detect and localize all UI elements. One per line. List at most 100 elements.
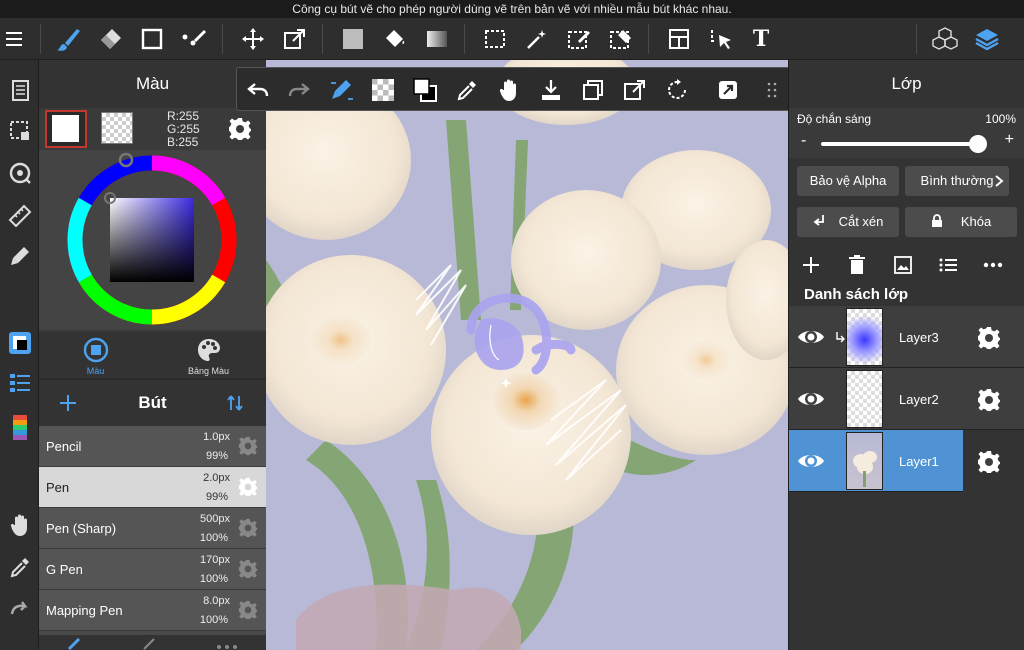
- redo-side-icon[interactable]: [4, 594, 35, 624]
- layer-row[interactable]: Layer3: [789, 306, 1024, 368]
- brush-name: G Pen: [46, 562, 83, 577]
- artwork: [266, 60, 788, 650]
- alpha-protect-button[interactable]: Bảo vệ Alpha: [797, 166, 899, 196]
- fg-bg-color-icon[interactable]: [410, 75, 440, 105]
- text-icon[interactable]: T: [746, 24, 776, 54]
- ruler-icon[interactable]: [4, 200, 35, 230]
- operation-icon[interactable]: [706, 24, 736, 54]
- layer-settings-gear-icon[interactable]: [977, 326, 1001, 350]
- eraser-icon[interactable]: [95, 24, 125, 54]
- list-item-brush[interactable]: Mapping Pen 8.0px 100%: [39, 590, 266, 631]
- redo-icon[interactable]: [284, 75, 314, 105]
- transparent-color-icon[interactable]: [368, 75, 398, 105]
- layers-icon[interactable]: [972, 24, 1002, 54]
- opacity-decrease-button[interactable]: -: [801, 132, 806, 150]
- blend-icon[interactable]: [179, 24, 209, 54]
- brush-size: 1.0px: [203, 431, 230, 443]
- eyedropper-icon[interactable]: [4, 552, 35, 582]
- transform-icon[interactable]: [280, 24, 310, 54]
- visibility-eye-icon[interactable]: [797, 448, 825, 474]
- list-item-brush[interactable]: Pencil 1.0px 99%: [39, 426, 266, 467]
- selection-tool-icon[interactable]: [4, 116, 35, 146]
- shape-icon[interactable]: [137, 24, 167, 54]
- tab-palette[interactable]: Bảng Màu: [152, 332, 265, 378]
- tab-color[interactable]: Màu: [39, 332, 152, 378]
- select-icon[interactable]: [480, 24, 510, 54]
- brush-settings-gear-icon[interactable]: [238, 436, 258, 456]
- lock-label: Khóa: [960, 214, 992, 229]
- brush-settings-gear-icon[interactable]: [238, 559, 258, 579]
- brush-settings-gear-icon[interactable]: [238, 518, 258, 538]
- add-layer-icon[interactable]: [799, 253, 823, 277]
- primary-color-swatch[interactable]: [45, 110, 87, 148]
- panel-layout-icon[interactable]: [664, 24, 694, 54]
- more-horizontal-icon[interactable]: [981, 253, 1005, 277]
- list-item-brush[interactable]: G Pen 170px 100%: [39, 549, 266, 590]
- layer-name: Layer1: [899, 454, 939, 469]
- select-pen-icon[interactable]: [564, 24, 594, 54]
- layer-settings-gear-icon[interactable]: [977, 388, 1001, 412]
- layer-row[interactable]: Layer2: [789, 368, 1024, 430]
- tab-color-label: Màu: [86, 366, 105, 376]
- palette-strip-icon[interactable]: [4, 413, 35, 443]
- color-wheel[interactable]: [39, 150, 266, 330]
- 3d-icon[interactable]: [930, 24, 960, 54]
- transform-quick-icon[interactable]: [620, 75, 650, 105]
- eyedropper-quick-icon[interactable]: [452, 75, 482, 105]
- lock-button[interactable]: Khóa: [905, 207, 1017, 237]
- fill-color-icon[interactable]: [338, 24, 368, 54]
- select-eraser-icon[interactable]: [606, 24, 636, 54]
- copy-icon[interactable]: [578, 75, 608, 105]
- bucket-icon[interactable]: [380, 24, 410, 54]
- brush-list: Pencil 1.0px 99% Pen 2.0px 99% Pen (Shar…: [39, 426, 266, 631]
- layer-list-icon[interactable]: [936, 253, 960, 277]
- opacity-slider[interactable]: [821, 142, 981, 146]
- opacity-increase-button[interactable]: +: [1005, 131, 1014, 149]
- rotate-canvas-icon[interactable]: [662, 75, 692, 105]
- color-settings-gear-icon[interactable]: [227, 116, 253, 142]
- rotate-view-icon[interactable]: [4, 158, 35, 188]
- transparent-color-swatch[interactable]: [101, 112, 133, 144]
- clipping-button[interactable]: Cắt xén: [797, 207, 899, 237]
- import-icon[interactable]: [536, 75, 566, 105]
- pen-marker-icon[interactable]: [4, 241, 35, 271]
- color-swatch-icon[interactable]: [4, 328, 35, 358]
- opacity-label: Độ chắn sáng: [797, 112, 872, 126]
- tab-palette-label: Bảng Màu: [187, 366, 230, 376]
- brush-list-icon[interactable]: [4, 367, 35, 397]
- list-item-brush[interactable]: Pen (Sharp) 500px 100%: [39, 508, 266, 549]
- hand-tool-icon[interactable]: [4, 510, 35, 540]
- visibility-eye-icon[interactable]: [797, 386, 825, 412]
- brush-panel: Bút Pencil 1.0px 99% Pen 2.0px 99% Pen (…: [39, 380, 266, 650]
- delete-layer-icon[interactable]: [845, 253, 869, 277]
- drawing-canvas[interactable]: [266, 60, 788, 650]
- layer-settings-gear-icon[interactable]: [977, 450, 1001, 474]
- import-image-icon[interactable]: [891, 253, 915, 277]
- brush-size: 500px: [200, 513, 230, 525]
- brush-opacity: 99%: [205, 491, 228, 503]
- magic-wand-icon[interactable]: [522, 24, 552, 54]
- sort-brushes-icon[interactable]: [225, 393, 245, 413]
- menu-icon[interactable]: [0, 24, 30, 54]
- brush-settings-gear-icon[interactable]: [238, 477, 258, 497]
- hand-quick-icon[interactable]: [494, 75, 524, 105]
- brush-opacity: 100%: [199, 532, 228, 544]
- clipping-arrow-icon: [813, 215, 824, 226]
- more-options-grip-icon[interactable]: [758, 75, 788, 105]
- snap-pen-icon[interactable]: [326, 75, 356, 105]
- tooltip-bar: Công cụ bút vẽ cho phép người dùng vẽ tr…: [0, 0, 1024, 18]
- visibility-eye-icon[interactable]: [797, 324, 825, 350]
- move-icon[interactable]: [238, 24, 268, 54]
- brush-settings-gear-icon[interactable]: [238, 600, 258, 620]
- reference-window-icon[interactable]: [713, 75, 743, 105]
- layer-name: Layer2: [899, 392, 939, 407]
- document-icon[interactable]: [4, 76, 35, 106]
- gradient-icon[interactable]: [422, 24, 452, 54]
- layer-panel-title: Lớp: [789, 60, 1024, 108]
- list-item-brush-selected[interactable]: Pen 2.0px 99%: [39, 467, 266, 508]
- opacity-slider-thumb[interactable]: [969, 135, 987, 153]
- text-tool-glyph: T: [752, 26, 770, 52]
- layer-row-active[interactable]: Layer1: [789, 430, 963, 492]
- undo-icon[interactable]: [243, 75, 273, 105]
- brush-icon[interactable]: [53, 24, 83, 54]
